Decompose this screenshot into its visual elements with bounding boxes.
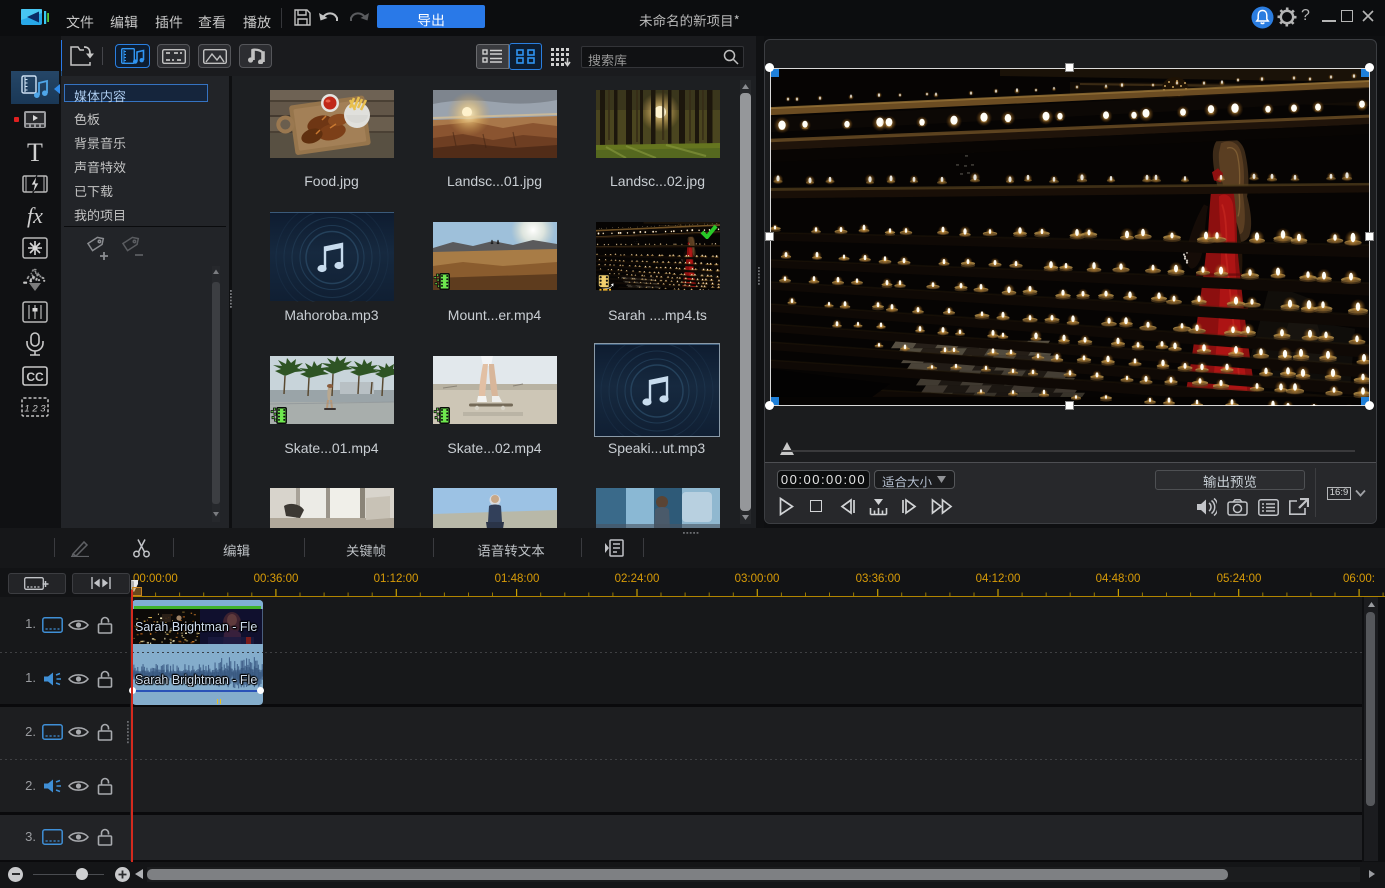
svg-text:CC: CC [26,370,44,384]
svg-text:fx: fx [27,203,43,228]
svg-text:1 2 3: 1 2 3 [24,404,46,415]
svg-text:T: T [27,140,43,166]
